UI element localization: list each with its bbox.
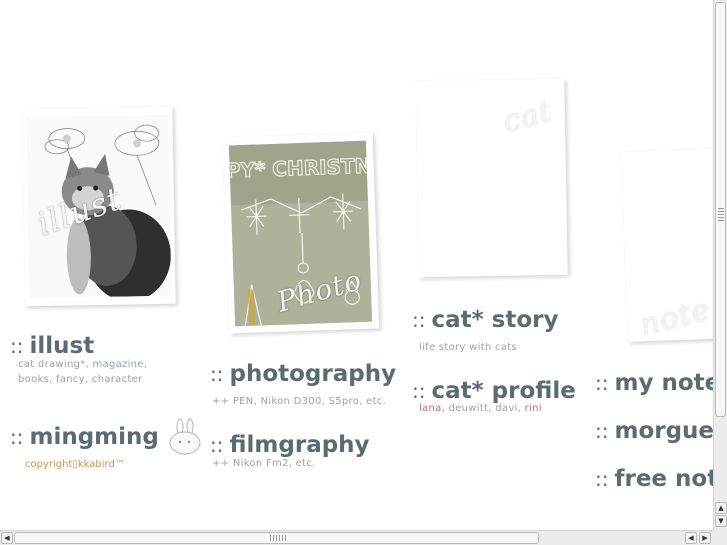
note-watermark: note bbox=[636, 292, 713, 344]
illust-link[interactable]: :: illust bbox=[10, 333, 94, 359]
colons-marker: :: bbox=[412, 379, 426, 403]
horizontal-scrollbar[interactable]: ◀ ◀ ▶ bbox=[0, 530, 713, 545]
arrow-left-icon[interactable]: ◀ bbox=[1, 532, 13, 544]
photography-title: photography bbox=[229, 361, 397, 387]
colons-marker: :: bbox=[412, 308, 426, 332]
morgue-title: morgue bbox=[614, 418, 713, 444]
cat-name-deuwitt[interactable]: deuwitt, bbox=[449, 403, 492, 414]
arrow-right-icon[interactable]: ▶ bbox=[699, 532, 711, 544]
colons-marker: :: bbox=[595, 419, 609, 443]
colons-marker: :: bbox=[210, 433, 224, 457]
cat-photo[interactable]: cat bbox=[416, 78, 568, 278]
morgue-link[interactable]: :: morgue bbox=[595, 418, 713, 444]
filmgraphy-desc: ++ Nikon Fm2, etc. bbox=[212, 458, 316, 469]
cat-story-desc: life story with cats bbox=[419, 342, 518, 353]
illust-photo[interactable]: illust bbox=[22, 106, 176, 307]
colons-marker: :: bbox=[595, 467, 609, 491]
grip-icon bbox=[718, 208, 724, 222]
mingming-title: mingming bbox=[29, 424, 159, 450]
filmgraphy-link[interactable]: :: filmgraphy bbox=[210, 432, 370, 458]
my-note-link[interactable]: :: my note bbox=[595, 370, 713, 396]
cat-watermark: cat bbox=[499, 93, 557, 141]
scrollbar-corner bbox=[713, 530, 727, 545]
vertical-scrollbar[interactable]: ▲ ▼ bbox=[713, 0, 727, 530]
cat-name-davi[interactable]: davi, bbox=[495, 403, 521, 414]
vertical-scroll-thumb[interactable] bbox=[715, 2, 726, 417]
photography-link[interactable]: :: photography bbox=[210, 361, 396, 387]
cat-story-title: cat* story bbox=[431, 307, 559, 333]
arrow-left-icon[interactable]: ◀ bbox=[685, 532, 697, 544]
illust-title: illust bbox=[29, 333, 95, 359]
free-note-link[interactable]: ::free note bbox=[595, 466, 713, 492]
cat-name-lana[interactable]: lana, bbox=[419, 403, 445, 414]
mingming-link[interactable]: :: mingming bbox=[10, 424, 159, 450]
colons-marker: :: bbox=[10, 334, 24, 358]
my-note-title: my note bbox=[614, 370, 713, 396]
arrow-down-icon[interactable]: ▼ bbox=[715, 515, 727, 527]
filmgraphy-title: filmgraphy bbox=[229, 432, 370, 458]
note-photo[interactable]: note bbox=[621, 148, 713, 344]
cat-story-link[interactable]: :: cat* story bbox=[412, 307, 559, 333]
horizontal-scroll-thumb[interactable] bbox=[14, 532, 539, 544]
free-note-title: free note bbox=[614, 466, 713, 492]
colons-marker: :: bbox=[595, 371, 609, 395]
colons-marker: :: bbox=[10, 425, 24, 449]
photography-photo[interactable]: PY* CHRISTN Photo bbox=[222, 132, 380, 334]
illust-desc-line2: books, fancy, character bbox=[18, 374, 143, 385]
copyright-text: copyright▯kkabird™ bbox=[25, 459, 125, 470]
photography-desc: ++ PEN, Nikon D300, S5pro, etc. bbox=[212, 396, 387, 407]
cat-name-rini[interactable]: rini bbox=[525, 403, 542, 414]
grip-icon bbox=[270, 535, 286, 541]
cat-profile-names: lana, deuwitt, davi, rini bbox=[419, 401, 542, 416]
illust-desc-line1: cat drawing*, magazine, bbox=[18, 359, 148, 370]
bunny-icon bbox=[169, 418, 201, 455]
colons-marker: :: bbox=[210, 362, 224, 386]
arrow-up-icon[interactable]: ▲ bbox=[715, 502, 727, 514]
page-viewport: illust PY* CHRISTN Photo cat note:: ill… bbox=[0, 0, 713, 530]
svg-text:PY* CHRISTN: PY* CHRISTN bbox=[229, 154, 372, 183]
